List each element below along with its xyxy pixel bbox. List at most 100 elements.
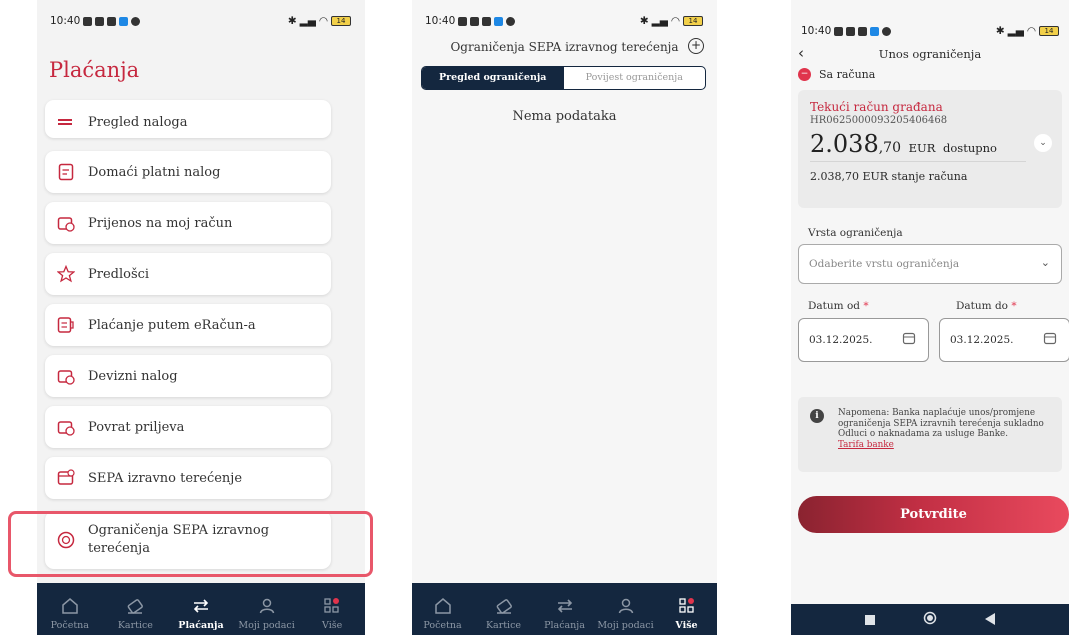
home-icon (62, 598, 78, 614)
sepa-debit-icon (57, 469, 75, 487)
account-state: 2.038,70 EUR stanje računa (810, 170, 968, 183)
bottom-nav: Početna Kartice Plaćanja Moji podaci Viš… (412, 583, 717, 635)
date-to-label-text: Datum do (956, 300, 1008, 312)
nav-item-vise[interactable]: Više (302, 597, 362, 631)
nav-label: Početna (423, 620, 462, 631)
tariff-link[interactable]: Tarifa banke (838, 440, 894, 450)
status-bar: 10:40 ✱ ▂▄ ◠ 14 (50, 14, 351, 28)
notification-icon (470, 16, 480, 26)
menu-item-prijenos[interactable]: Prijenos na moj račun (45, 202, 331, 244)
nav-item-kartice[interactable]: Kartice (105, 597, 165, 631)
required-marker: * (863, 300, 869, 312)
date-to-value: 03.12.2025. (950, 334, 1014, 346)
chevron-down-icon[interactable]: ⌄ (1034, 134, 1052, 152)
wifi-icon: ◠ (670, 15, 680, 27)
date-to-field[interactable]: 03.12.2025. (939, 318, 1069, 362)
system-nav-bar (791, 604, 1069, 635)
date-from-label: Datum od * (808, 300, 869, 312)
date-from-field[interactable]: 03.12.2025. (798, 318, 929, 362)
balance-decimals: ,70 (878, 140, 901, 156)
app-icon (882, 26, 892, 36)
nav-label: Moji podaci (238, 620, 295, 631)
menu-item-predlosci[interactable]: Predlošci (45, 253, 331, 295)
menu-item-domaci-platni-nalog[interactable]: Domaći platni nalog (45, 151, 331, 193)
notification-icon (107, 16, 117, 26)
info-icon: i (810, 409, 824, 423)
menu-item-eracun[interactable]: Plaćanje putem eRačun-a (45, 304, 331, 346)
nav-label: Kartice (117, 620, 153, 631)
nav-item-vise[interactable]: Više (657, 597, 717, 631)
tab-pregled[interactable]: Pregled ograničenja (422, 67, 564, 89)
alarm-icon (834, 26, 844, 36)
minus-circle-icon: − (798, 68, 811, 81)
signal-icon: ▂▄ (651, 15, 668, 27)
battery-icon: 14 (1039, 26, 1059, 36)
status-time: 10:40 (50, 15, 81, 27)
nav-label: Više (675, 620, 698, 631)
notification-icon (858, 26, 868, 36)
tab-povijest[interactable]: Povijest ograničenja (564, 67, 706, 89)
sepa-limits-screen: 10:40 ✱ ▂▄ ◠ 14 Ograničenja SEPA izravnog t… (412, 0, 717, 635)
account-card[interactable]: Tekući račun građana HR06250000932054064… (798, 90, 1062, 208)
page-title: Unos ograničenja (878, 47, 982, 61)
nav-label: Plaćanja (178, 620, 224, 631)
info-note: i Napomena: Banka naplaćuje unos/promjen… (798, 397, 1062, 472)
wallet-return-icon (57, 418, 75, 436)
section-label: Sa računa (819, 68, 876, 81)
confirm-button[interactable]: Potvrdite (798, 496, 1069, 533)
wifi-icon: ◠ (1026, 25, 1036, 37)
nav-item-moji-podaci[interactable]: Moji podaci (596, 597, 656, 631)
date-from-label-text: Datum od (808, 300, 860, 312)
home-circle-icon[interactable] (923, 610, 937, 629)
grid-icon (678, 598, 694, 613)
app-icon (506, 16, 516, 26)
date-from-value: 03.12.2025. (809, 334, 873, 346)
transfer-icon (557, 599, 572, 613)
card-icon (496, 599, 512, 614)
menu-item-pregled-naloga[interactable]: Pregled naloga (45, 100, 331, 138)
grid-icon (324, 598, 340, 613)
menu-item-label: Domaći platni nalog (88, 164, 221, 180)
status-time: 10:40 (801, 25, 832, 37)
date-to-label: Datum do * (956, 300, 1017, 312)
menu-item-label: Prijenos na moj račun (88, 215, 233, 231)
transfer-icon (193, 599, 209, 613)
nav-item-pocetna[interactable]: Početna (40, 597, 100, 631)
app-icon (870, 26, 880, 36)
nav-item-moji-podaci[interactable]: Moji podaci (237, 597, 297, 631)
nav-item-kartice[interactable]: Kartice (474, 597, 534, 631)
empty-state: Nema podataka (512, 109, 617, 124)
recents-icon[interactable] (865, 610, 875, 629)
app-icon (494, 16, 504, 26)
type-label: Vrsta ograničenja (808, 227, 903, 239)
signal-icon: ▂▄ (1007, 25, 1024, 37)
note-text: Napomena: Banka naplaćuje unos/promjene … (838, 408, 1044, 439)
limit-entry-screen: 10:40 ✱ ▂▄ ◠ 14 ‹ Unos ograničenja − Sa rač… (791, 0, 1069, 635)
alarm-icon (83, 16, 93, 26)
segmented-tabs: Pregled ograničenja Povijest ograničenja (421, 66, 706, 90)
card-icon (128, 599, 144, 614)
menu-item-sepa-terecenje[interactable]: SEPA izravno terećenje (45, 457, 331, 499)
notification-icon (482, 16, 492, 26)
nav-label: Početna (50, 620, 89, 631)
nav-item-placanja[interactable]: Plaćanja (171, 597, 231, 631)
add-icon[interactable]: + (688, 38, 704, 54)
highlight-frame (8, 511, 373, 577)
menu-item-devizni-nalog[interactable]: Devizni nalog (45, 355, 331, 397)
limit-type-select[interactable]: Odaberite vrstu ograničenja ⌄ (798, 244, 1062, 284)
account-iban: HR0625000093205406468 (810, 115, 948, 126)
star-icon (57, 265, 75, 283)
user-icon (259, 598, 274, 614)
nav-item-pocetna[interactable]: Početna (413, 597, 473, 631)
notification-icon (95, 16, 105, 26)
nav-label: Kartice (485, 620, 522, 631)
chevron-down-icon: ⌄ (1040, 256, 1050, 269)
bluetooth-icon: ✱ (639, 15, 649, 27)
menu-item-label: SEPA izravno terećenje (88, 470, 243, 486)
back-triangle-icon[interactable] (985, 610, 995, 629)
bottom-nav: Početna Kartice Plaćanja Moji podaci Viš… (37, 583, 365, 635)
menu-item-povrat-priljeva[interactable]: Povrat priljeva (45, 406, 331, 448)
nav-item-placanja[interactable]: Plaćanja (535, 597, 595, 631)
status-time: 10:40 (425, 15, 456, 27)
status-bar: 10:40 ✱ ▂▄ ◠ 14 (425, 14, 703, 28)
